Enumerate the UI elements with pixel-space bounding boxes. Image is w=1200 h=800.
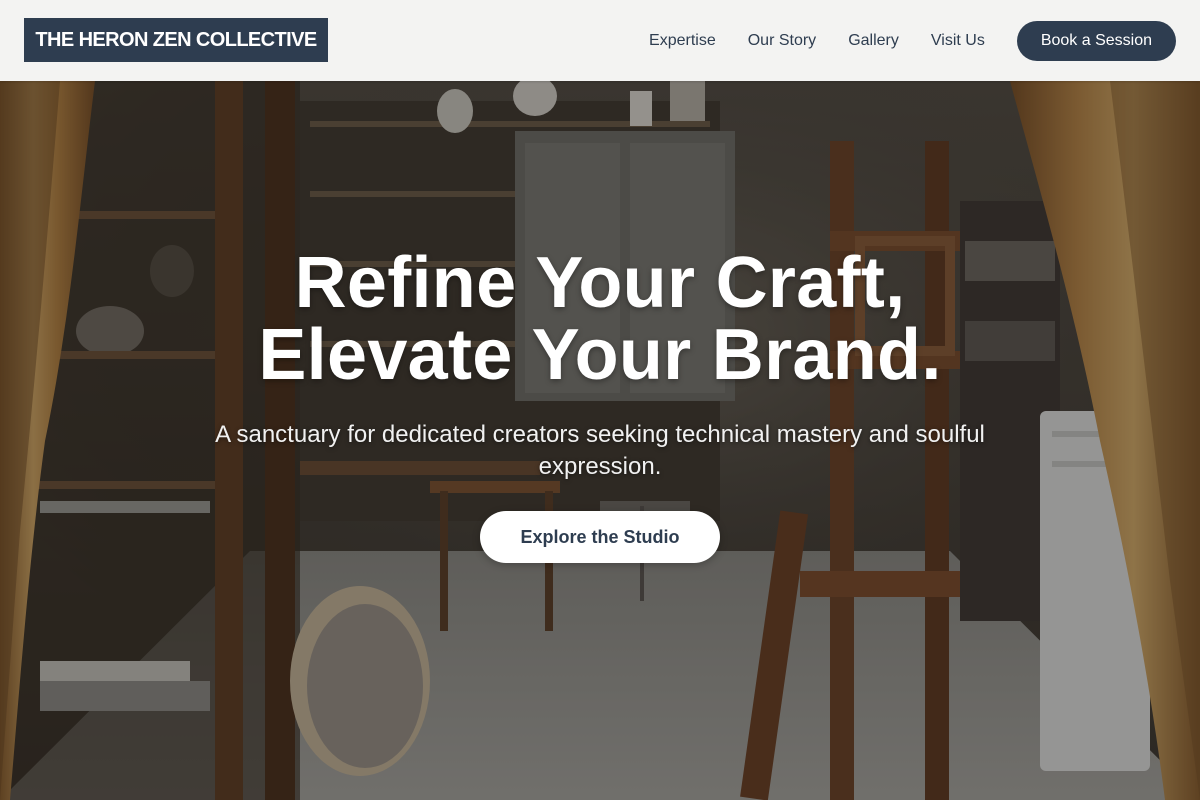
explore-studio-button[interactable]: Explore the Studio: [480, 511, 720, 563]
book-session-button[interactable]: Book a Session: [1016, 20, 1176, 61]
nav-link-our-story[interactable]: Our Story: [748, 32, 816, 50]
hero-title-line-2: Elevate Your Brand.: [258, 315, 942, 395]
main-nav: Expertise Our Story Gallery Visit Us Boo…: [649, 0, 1176, 81]
brand-logo[interactable]: THE HERON ZEN COLLECTIVE: [24, 18, 328, 62]
hero-content: Refine Your Craft, Elevate Your Brand. A…: [100, 247, 1100, 563]
site-header: THE HERON ZEN COLLECTIVE Expertise Our S…: [0, 0, 1200, 81]
hero-section: Refine Your Craft, Elevate Your Brand. A…: [0, 81, 1200, 800]
nav-link-visit-us[interactable]: Visit Us: [931, 32, 985, 50]
nav-link-gallery[interactable]: Gallery: [848, 32, 899, 50]
nav-link-expertise[interactable]: Expertise: [649, 32, 716, 50]
hero-title-line-1: Refine Your Craft,: [294, 243, 906, 323]
hero-subtitle: A sanctuary for dedicated creators seeki…: [215, 421, 985, 480]
page: THE HERON ZEN COLLECTIVE Expertise Our S…: [0, 0, 1200, 800]
hero-title: Refine Your Craft, Elevate Your Brand.: [100, 247, 1100, 391]
